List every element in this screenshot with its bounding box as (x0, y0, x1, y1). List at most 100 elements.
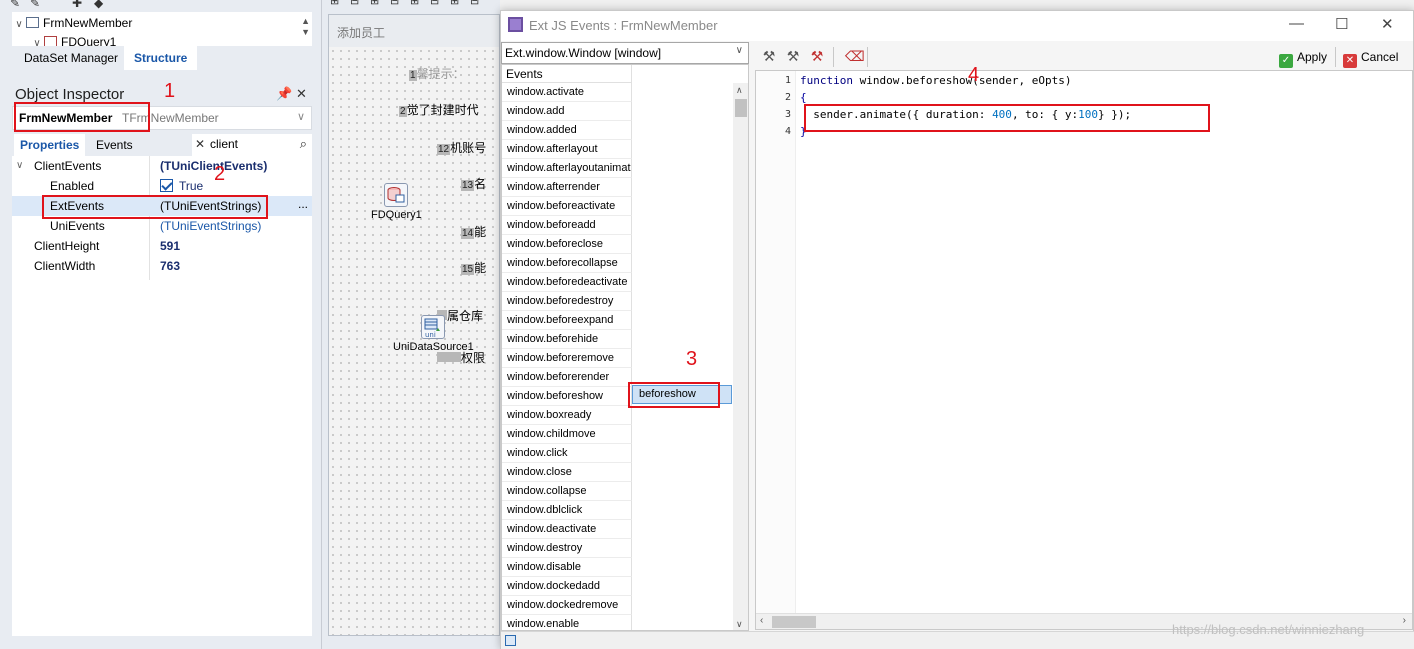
align-icon[interactable]: ⊞ (450, 0, 459, 7)
events-scrollbar[interactable]: ∧ ∨ (733, 83, 748, 630)
pin-icon[interactable]: 📌 (276, 86, 292, 102)
scroll-thumb[interactable] (735, 99, 747, 117)
event-list-item[interactable]: window.beforedeactivate (502, 273, 632, 292)
tab-structure[interactable]: Structure (124, 46, 198, 70)
search-icon[interactable]: ⌕ (300, 136, 307, 152)
form-label[interactable]: 15能 (461, 259, 486, 276)
component-unidatasource[interactable]: uni UniDataSource1 (393, 315, 474, 353)
close-icon[interactable]: ✕ (1381, 15, 1394, 33)
event-list-item[interactable]: window.enable (502, 615, 632, 630)
tree-item-child[interactable]: ∨ FDQuery1 (30, 34, 116, 46)
form-canvas[interactable]: 添加员工 1馨提示： 2觉了封建时代 12机账号 13名 14能 15能 属仓库… (328, 14, 500, 636)
property-row[interactable]: ClientWidth 763 (12, 256, 312, 276)
event-list-item[interactable]: window.beforeadd (502, 216, 632, 235)
annotation-number-3: 3 (686, 348, 698, 370)
toolbar-icon[interactable]: ✎ (10, 0, 20, 10)
event-list-item[interactable]: window.boxready (502, 406, 632, 425)
code-line[interactable]: function window.beforeshow(sender, eOpts… (800, 74, 1072, 87)
event-list-item[interactable]: window.dockedremove (502, 596, 632, 615)
property-row[interactable]: Enabled True (12, 176, 312, 196)
align-icon[interactable]: ⊟ (470, 0, 479, 7)
event-list-item[interactable]: window.activate (502, 83, 632, 102)
tag-icon[interactable]: ◆ (94, 0, 103, 10)
scroll-up-icon[interactable]: ∧ (736, 85, 743, 96)
tab-events[interactable]: Events (90, 134, 139, 156)
wand-remove-icon[interactable]: ⚒ (809, 48, 825, 64)
event-list-item[interactable]: window.dblclick (502, 501, 632, 520)
align-icon[interactable]: ⊞ (410, 0, 419, 7)
scroll-right-icon[interactable]: › (1403, 615, 1406, 626)
event-list-item[interactable]: window.afterlayoutanimation (502, 159, 632, 178)
ellipsis-button[interactable]: ... (298, 194, 308, 214)
form-label[interactable]: 2觉了封建时代 (399, 101, 479, 118)
label-text: 馨提示： (416, 67, 465, 81)
event-list-item[interactable]: window.destroy (502, 539, 632, 558)
align-icon[interactable]: ⊟ (430, 0, 439, 7)
scroll-thumb[interactable] (772, 616, 816, 628)
clear-icon[interactable]: ✕ (195, 137, 205, 151)
tree-scrollbar[interactable]: ▲ ▼ (301, 16, 310, 38)
event-list-item[interactable]: window.close (502, 463, 632, 482)
event-list-item[interactable]: window.deactivate (502, 520, 632, 539)
close-icon[interactable]: ✕ (296, 86, 307, 102)
checkbox-checked-icon[interactable] (160, 179, 173, 192)
tree-item-root[interactable]: ∨ FrmNewMember (12, 14, 132, 32)
event-list-item[interactable]: window.click (502, 444, 632, 463)
wand-icon[interactable]: ⚒ (761, 48, 777, 64)
dataset-tabs: DataSet Manager Structure (12, 46, 312, 70)
erase-icon[interactable]: ⌫ (845, 48, 865, 64)
class-selector[interactable]: Ext.window.Window [window] ∨ (501, 42, 749, 64)
property-value[interactable]: True (160, 176, 203, 196)
maximize-icon[interactable]: ☐ (1335, 15, 1348, 33)
event-list-item[interactable]: window.beforedestroy (502, 292, 632, 311)
apply-button[interactable]: ✓ Apply (1279, 47, 1327, 68)
property-row[interactable]: UniEvents (TUniEventStrings) (12, 216, 312, 236)
form-label[interactable]: 13名 (461, 175, 486, 192)
scroll-down-icon[interactable]: ∨ (736, 619, 743, 630)
event-list-item[interactable]: window.childmove (502, 425, 632, 444)
event-list-item[interactable]: window.beforeshow (502, 387, 632, 406)
cancel-button[interactable]: ✕ Cancel (1343, 47, 1398, 68)
event-list-item[interactable]: window.beforeactivate (502, 197, 632, 216)
event-list-item[interactable]: window.beforehide (502, 330, 632, 349)
event-list-item[interactable]: window.collapse (502, 482, 632, 501)
event-list-item[interactable]: window.beforecollapse (502, 254, 632, 273)
tab-dataset-manager[interactable]: DataSet Manager (14, 46, 128, 70)
align-icon[interactable]: ⊟ (350, 0, 359, 7)
property-value[interactable]: 763 (160, 256, 180, 276)
event-list-item[interactable]: window.afterrender (502, 178, 632, 197)
chevron-down-icon[interactable]: ∨ (736, 45, 743, 56)
component-fdquery[interactable]: FDQuery1 (371, 183, 422, 221)
minimize-icon[interactable]: — (1289, 15, 1304, 32)
toolbar-icon[interactable]: ✎ (30, 0, 40, 10)
event-list-item[interactable]: window.afterlayout (502, 140, 632, 159)
chevron-down-icon[interactable]: ∨ (30, 36, 44, 46)
code-line[interactable]: { (800, 91, 807, 104)
event-list-item[interactable]: window.disable (502, 558, 632, 577)
event-list-item[interactable]: window.dockedadd (502, 577, 632, 596)
scroll-left-icon[interactable]: ‹ (760, 615, 763, 626)
property-row[interactable]: ∨ ClientEvents (TUniClientEvents) (12, 156, 312, 176)
event-list-item[interactable]: window.beforerender (502, 368, 632, 387)
event-list-item[interactable]: window.beforeexpand (502, 311, 632, 330)
code-editor[interactable]: 1 2 3 4 function window.beforeshow(sende… (755, 70, 1413, 630)
tab-properties[interactable]: Properties (14, 134, 86, 156)
property-search-field[interactable]: ✕ client ⌕ (192, 134, 312, 156)
event-list-item[interactable]: window.added (502, 121, 632, 140)
property-row[interactable]: ClientHeight 591 (12, 236, 312, 256)
event-list-item[interactable]: window.beforeclose (502, 235, 632, 254)
event-list-item[interactable]: window.beforeremove (502, 349, 632, 368)
align-icon[interactable]: ⊟ (390, 0, 399, 7)
form-label[interactable]: 14能 (461, 223, 486, 240)
chevron-down-icon[interactable]: ∨ (16, 156, 23, 176)
chevron-down-icon[interactable]: ∨ (297, 110, 305, 123)
align-icon[interactable]: ⊞ (330, 0, 339, 7)
property-value[interactable]: 591 (160, 236, 180, 256)
form-label[interactable]: 1馨提示： (409, 65, 465, 82)
form-label[interactable]: 12机账号 (437, 139, 486, 156)
chevron-down-icon[interactable]: ∨ (12, 16, 26, 34)
event-list-item[interactable]: window.add (502, 102, 632, 121)
align-icon[interactable]: ⊞ (370, 0, 379, 7)
add-icon[interactable]: ✚ (72, 0, 82, 10)
wand-icon[interactable]: ⚒ (785, 48, 801, 64)
